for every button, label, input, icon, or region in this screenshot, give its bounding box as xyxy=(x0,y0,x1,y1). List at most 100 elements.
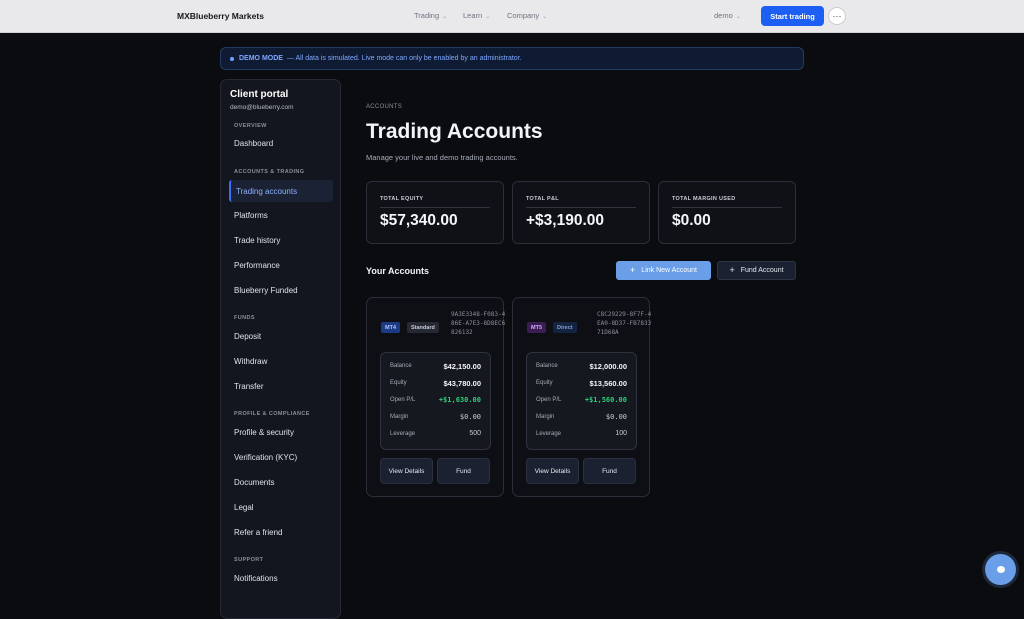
field-label: Open P/L xyxy=(536,397,562,403)
field-value: $13,560.00 xyxy=(589,379,627,388)
stat-label: TOTAL EQUITY xyxy=(380,196,424,202)
account-mode-select[interactable]: demo ⌄ xyxy=(714,11,741,20)
nav-learn-label: Learn xyxy=(463,11,483,20)
stat-card-total-pnl: TOTAL P&L +$3,190.00 xyxy=(512,181,650,244)
stat-value: $57,340.00 xyxy=(380,212,458,229)
field-value: $42,150.00 xyxy=(443,362,481,371)
sidebar-item-legal[interactable]: Legal xyxy=(234,503,254,512)
fund-button[interactable]: Fund xyxy=(437,458,490,484)
nav-learn[interactable]: Learn ⌄ xyxy=(463,11,490,20)
field-label: Balance xyxy=(536,363,558,369)
sidebar-item-trading-accounts[interactable]: Trading accounts xyxy=(229,180,333,202)
sidebar-item-documents[interactable]: Documents xyxy=(234,478,274,487)
chat-icon xyxy=(996,566,1005,573)
page-subtitle: Manage your live and demo trading accoun… xyxy=(366,153,518,162)
sidebar-item-platforms[interactable]: Platforms xyxy=(234,211,268,220)
more-icon[interactable]: ··· xyxy=(828,7,846,25)
plus-icon: + xyxy=(729,265,735,275)
nav-trading[interactable]: Trading ⌄ xyxy=(414,11,447,20)
field-leverage: Leverage 100 xyxy=(536,430,627,437)
sidebar-item-performance[interactable]: Performance xyxy=(234,261,280,270)
account-card: MT4 Standard 9A3E3348-F083-486E-A7E3-8D8… xyxy=(366,297,505,497)
sidebar-item-dashboard[interactable]: Dashboard xyxy=(234,139,273,148)
field-label: Equity xyxy=(536,380,553,386)
chevron-down-icon: ⌄ xyxy=(735,14,741,20)
section-accounts-trading: ACCOUNTS & TRADING xyxy=(234,169,305,175)
field-value: $0.00 xyxy=(605,413,627,421)
stat-card-total-margin-used: TOTAL MARGIN USED $0.00 xyxy=(658,181,796,244)
sidebar-item-transfer[interactable]: Transfer xyxy=(234,382,264,391)
start-trading-button[interactable]: Start trading xyxy=(761,6,824,26)
section-support: SUPPORT xyxy=(234,557,264,563)
breadcrumb: ACCOUNTS xyxy=(366,104,403,110)
accounts-heading: Your Accounts xyxy=(366,266,430,276)
field-value: 100 xyxy=(615,430,627,437)
field-open-pl: Open P/L +$1,560.00 xyxy=(536,396,627,404)
field-value: $12,000.00 xyxy=(589,362,627,371)
sidebar-item-verification-kyc[interactable]: Verification (KYC) xyxy=(234,453,297,462)
view-details-button[interactable]: View Details xyxy=(526,458,579,484)
account-details-panel: Balance $42,150.00 Equity $43,780.00 Open … xyxy=(380,352,491,450)
brand-logo[interactable]: MXBlueberry Markets xyxy=(177,11,264,21)
field-value: 500 xyxy=(469,430,481,437)
top-navigation-bar: MXBlueberry Markets Trading ⌄ Learn ⌄ Comp… xyxy=(0,0,1024,33)
stat-value: +$3,190.00 xyxy=(526,212,605,229)
chevron-down-icon: ⌄ xyxy=(542,14,548,20)
account-type-badge: Standard xyxy=(407,322,439,333)
view-details-button[interactable]: View Details xyxy=(380,458,433,484)
sidebar-item-notifications[interactable]: Notifications xyxy=(234,574,278,583)
sidebar-item-label: Trading accounts xyxy=(236,187,298,196)
sidebar-item-profile-security[interactable]: Profile & security xyxy=(234,428,294,437)
account-card: MT5 Direct C8C29229-8F7F-4EA0-8D37-FB783… xyxy=(512,297,652,497)
fund-account-button[interactable]: + Fund Account xyxy=(717,261,796,280)
divider xyxy=(672,207,782,208)
banner-text: — All data is simulated. Live mode can o… xyxy=(286,55,522,62)
field-leverage: Leverage 500 xyxy=(390,430,481,437)
stat-card-total-equity: TOTAL EQUITY $57,340.00 xyxy=(366,181,504,244)
field-label: Leverage xyxy=(390,431,416,437)
section-profile-compliance: PROFILE & COMPLIANCE xyxy=(234,411,310,417)
chevron-down-icon: ⌄ xyxy=(442,14,448,20)
field-equity: Equity $43,780.00 xyxy=(390,379,481,388)
field-value: +$1,560.00 xyxy=(584,396,627,404)
nav-company-label: Company xyxy=(507,11,540,20)
nav-company[interactable]: Company ⌄ xyxy=(507,11,547,20)
user-email: demo@blueberry.com xyxy=(230,104,294,111)
sidebar-item-deposit[interactable]: Deposit xyxy=(234,332,261,341)
field-balance: Balance $42,150.00 xyxy=(390,362,481,371)
field-value: +$1,630.00 xyxy=(438,396,481,404)
field-equity: Equity $13,560.00 xyxy=(536,379,627,388)
field-margin: Margin $0.00 xyxy=(536,413,627,421)
link-new-account-label: Link New Account xyxy=(641,267,697,274)
account-details-panel: Balance $12,000.00 Equity $13,560.00 Open … xyxy=(526,352,637,450)
field-label: Open P/L xyxy=(390,397,416,403)
fund-button[interactable]: Fund xyxy=(583,458,636,484)
page-title: Trading Accounts xyxy=(366,120,543,143)
sidebar-item-refer-a-friend[interactable]: Refer a friend xyxy=(234,528,282,537)
field-value: $43,780.00 xyxy=(443,379,481,388)
section-overview: OVERVIEW xyxy=(234,123,267,129)
sidebar-item-trade-history[interactable]: Trade history xyxy=(234,236,280,245)
chat-button[interactable] xyxy=(985,554,1016,585)
demo-mode-banner: DEMO MODE — All data is simulated. Live … xyxy=(220,47,804,70)
banner-mode: DEMO MODE xyxy=(239,55,283,62)
field-open-pl: Open P/L +$1,630.00 xyxy=(390,396,481,404)
field-label: Margin xyxy=(390,414,409,420)
nav-trading-label: Trading xyxy=(414,11,440,20)
field-label: Balance xyxy=(390,363,412,369)
field-margin: Margin $0.00 xyxy=(390,413,481,421)
account-mode-label: demo xyxy=(714,11,733,20)
section-funds: FUNDS xyxy=(234,315,255,321)
stat-label: TOTAL MARGIN USED xyxy=(672,196,736,202)
account-id: C8C29229-8F7F-4EA0-8D37-FB783371D68A xyxy=(597,311,652,336)
field-value: $0.00 xyxy=(459,413,481,421)
divider xyxy=(526,207,636,208)
platform-badge: MT5 xyxy=(527,322,546,333)
sidebar-item-withdraw[interactable]: Withdraw xyxy=(234,357,267,366)
sidebar: Client portal demo@blueberry.com OVERVIE… xyxy=(220,79,341,619)
sidebar-item-blueberry-funded[interactable]: Blueberry Funded xyxy=(234,286,298,295)
field-label: Leverage xyxy=(536,431,562,437)
link-new-account-button[interactable]: + Link New Account xyxy=(616,261,711,280)
status-dot-icon xyxy=(230,56,234,61)
plus-icon: + xyxy=(630,265,636,275)
